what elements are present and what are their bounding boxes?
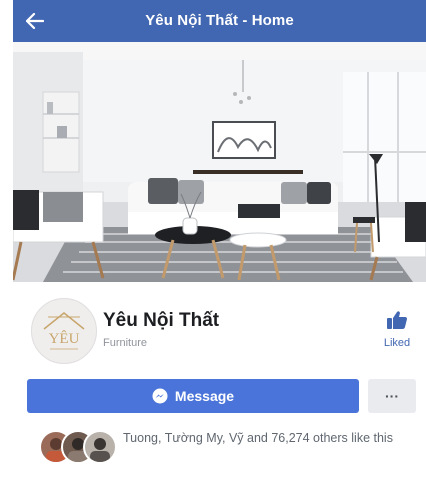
likers-text: Tuong, Tường My, Vỹ and 76,274 others li…: [123, 431, 393, 445]
messenger-icon: [152, 388, 168, 404]
more-options-button[interactable]: ···: [368, 379, 416, 413]
thumbs-up-icon: [387, 311, 407, 329]
page-title: Yêu Nội Thất - Home: [145, 12, 294, 29]
page-avatar[interactable]: YÊU: [31, 298, 97, 364]
cover-photo[interactable]: [13, 42, 426, 282]
page-logo-icon: YÊU: [43, 312, 85, 350]
friends-like-row[interactable]: Tuong, Tường My, Vỹ and 76,274 others li…: [27, 426, 417, 466]
liker-avatar: [83, 430, 117, 464]
more-options-label: ···: [385, 388, 399, 404]
page-logo-text: YÊU: [49, 330, 80, 347]
top-navbar: Yêu Nội Thất - Home: [13, 0, 426, 42]
page-name[interactable]: Yêu Nội Thất: [103, 310, 219, 332]
message-button-label: Message: [174, 388, 235, 404]
page-category: Furniture: [103, 337, 148, 349]
liked-button[interactable]: Liked: [375, 310, 419, 356]
message-button[interactable]: Message: [27, 379, 359, 413]
app-frame: Yêu Nội Thất - Home YÊU Yêu Nội Thất Fur…: [13, 0, 426, 481]
liked-label: Liked: [383, 337, 411, 349]
page-profile-card: YÊU Yêu Nội Thất Furniture Liked Message…: [13, 282, 426, 481]
cover-photo-illustration: [13, 42, 426, 282]
